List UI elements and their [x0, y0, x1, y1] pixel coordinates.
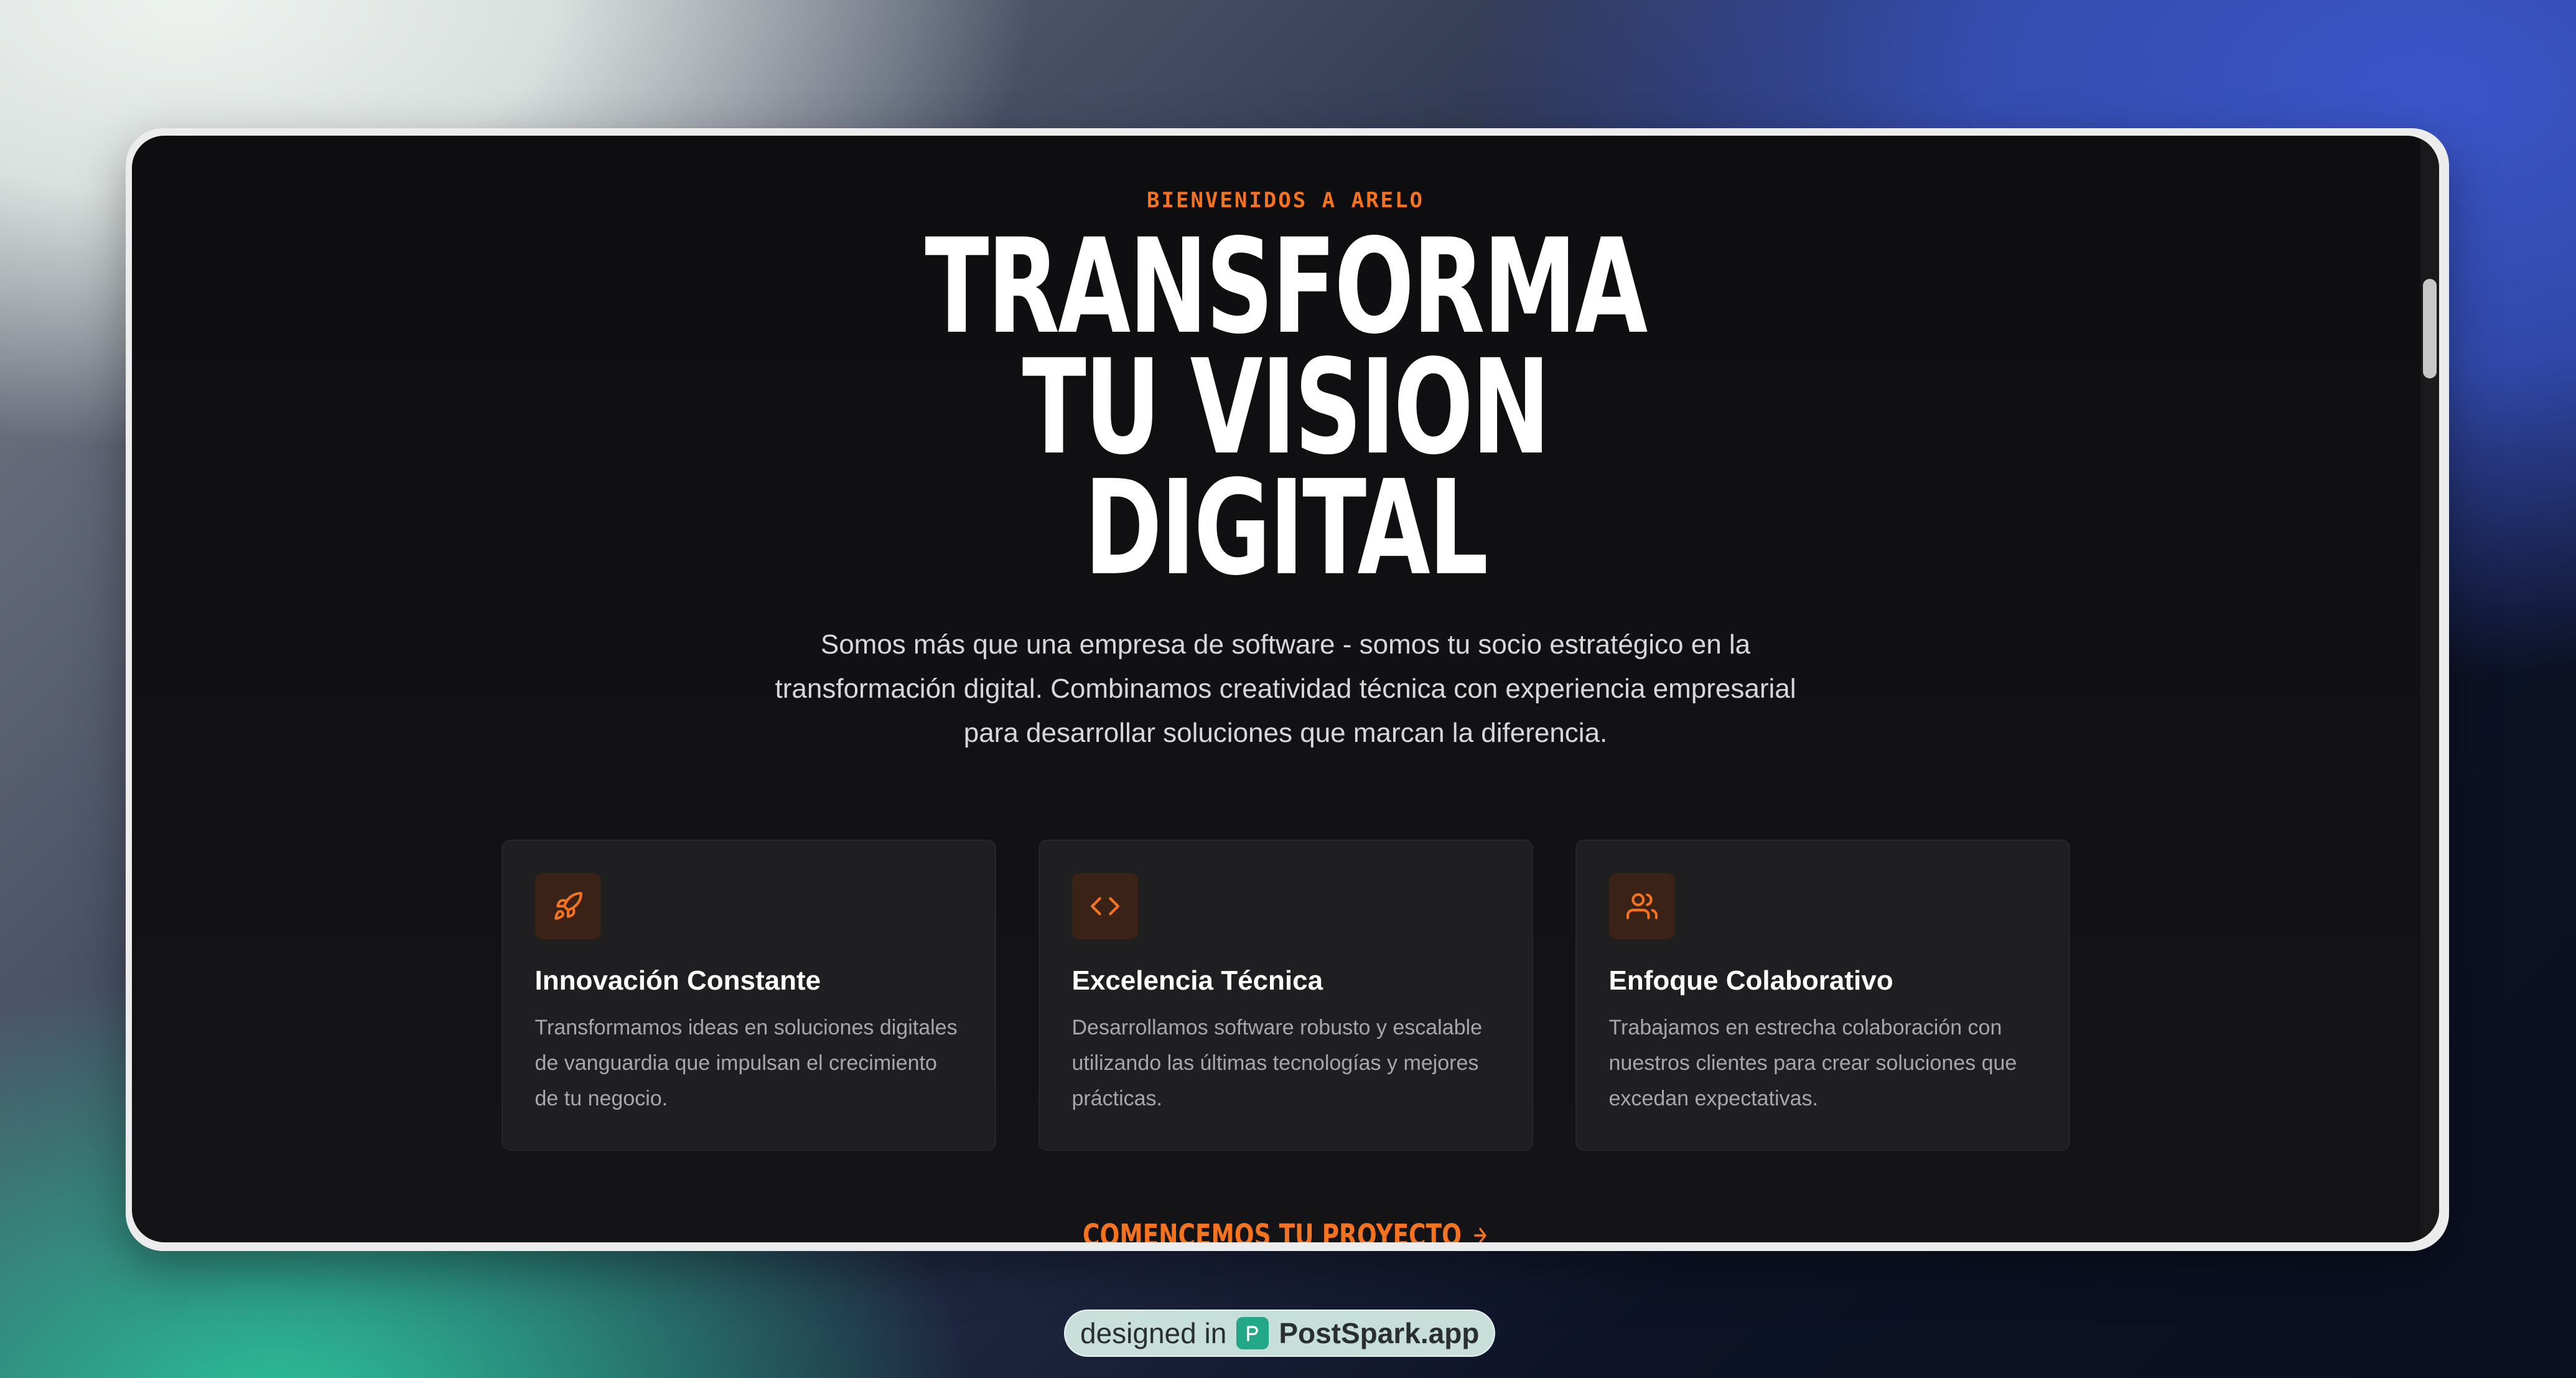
browser-window: BIENVENIDOS A ARELO TRANSFORMA TU VISION… — [126, 128, 2449, 1251]
code-icon — [1071, 873, 1138, 939]
scrollbar[interactable] — [2420, 136, 2439, 1242]
badge-brand: PostSpark.app — [1279, 1317, 1480, 1349]
arrow-right-icon — [1473, 1227, 1486, 1242]
feature-card-innovation: Innovación Constante Transformamos ideas… — [501, 840, 996, 1151]
badge-prefix: designed in — [1080, 1317, 1227, 1349]
feature-card-text: Desarrollamos software robusto y escalab… — [1071, 1016, 1483, 1110]
rocket-icon — [534, 873, 601, 939]
scrollbar-thumb[interactable] — [2423, 279, 2437, 378]
feature-card-title: Enfoque Colaborativo — [1608, 965, 1893, 996]
designed-in-badge[interactable]: designed in PostSpark.app — [1064, 1310, 1496, 1357]
feature-card-excellence: Excelencia Técnica Desarrollamos softwar… — [1038, 840, 1533, 1151]
users-icon — [1608, 873, 1675, 939]
feature-card-text: Transformamos ideas en soluciones digita… — [534, 1016, 958, 1110]
page-viewport: BIENVENIDOS A ARELO TRANSFORMA TU VISION… — [132, 136, 2439, 1242]
hero-title-line: DIGITAL — [1084, 452, 1489, 604]
hero-title: TRANSFORMA TU VISION DIGITAL — [925, 210, 1648, 604]
feature-cards: Innovación Constante Transformamos ideas… — [501, 840, 2070, 1151]
feature-card-collaborative: Enfoque Colaborativo Trabajamos en estre… — [1575, 840, 2070, 1151]
hero-title-line: TRANSFORMA — [925, 210, 1648, 363]
feature-card-text: Trabajamos en estrecha colaboración con … — [1608, 1016, 2017, 1110]
hero-description: Somos más que una empresa de software - … — [775, 629, 1796, 748]
hero-eyebrow: BIENVENIDOS A ARELO — [1147, 188, 1424, 213]
start-project-link[interactable]: COMENCEMOS TU PROYECTO — [1083, 1218, 1489, 1242]
postspark-logo-icon — [1236, 1317, 1269, 1349]
feature-card-title: Innovación Constante — [534, 965, 821, 996]
hero-section: BIENVENIDOS A ARELO TRANSFORMA TU VISION… — [132, 136, 2439, 1242]
hero-title-line: TU VISION — [1022, 331, 1551, 484]
feature-card-title: Excelencia Técnica — [1071, 965, 1323, 996]
start-project-label: COMENCEMOS TU PROYECTO — [1082, 1218, 1462, 1242]
